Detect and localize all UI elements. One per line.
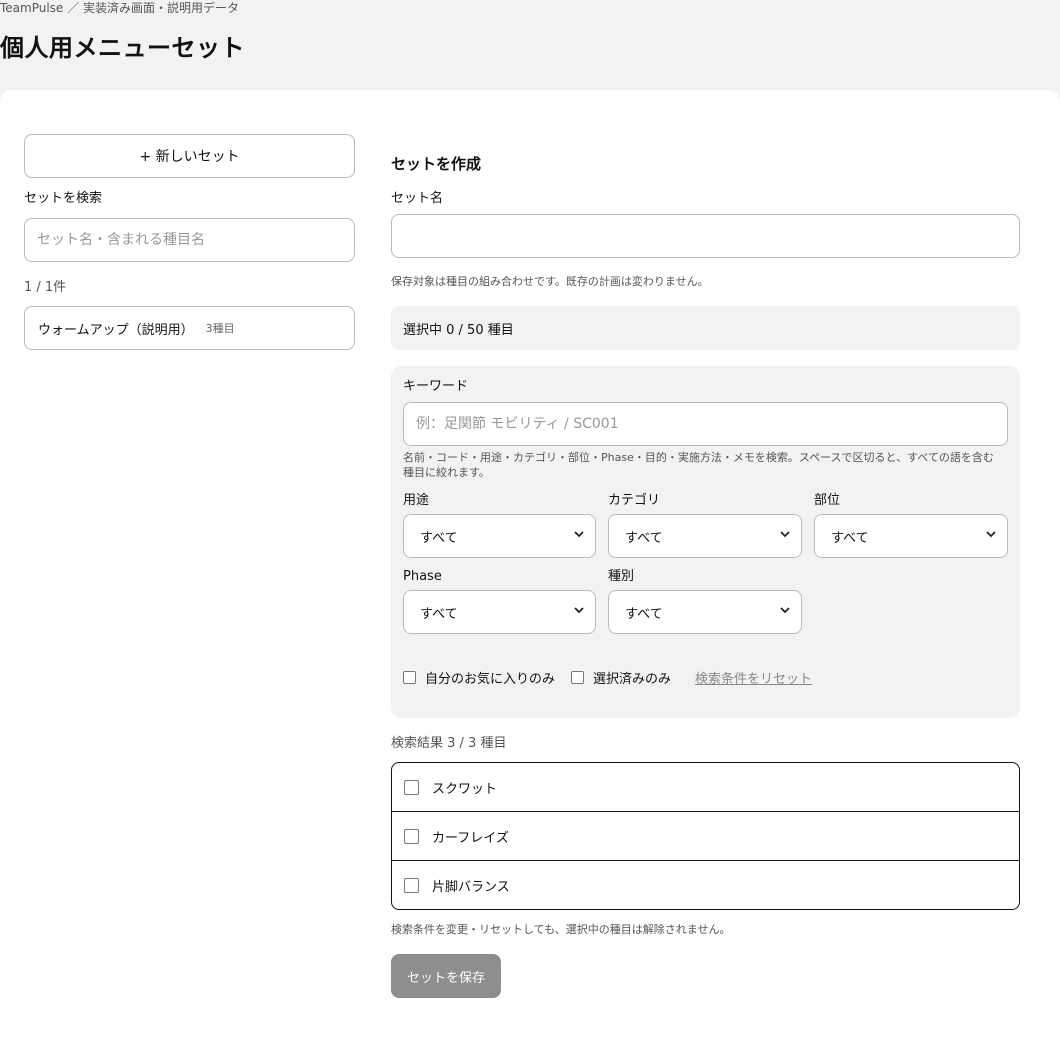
bodypart-filter-label: 部位 — [814, 493, 841, 508]
selected-count-box: 選択中 0 / 50 種目 — [391, 306, 1020, 350]
set-name-input[interactable] — [391, 214, 1020, 258]
bodypart-filter-value: すべて — [831, 530, 869, 546]
result-checkbox[interactable] — [404, 878, 419, 893]
category-filter-label: カテゴリ — [608, 493, 661, 508]
new-set-button[interactable]: + 新しいセット — [24, 134, 355, 178]
result-checkbox[interactable] — [404, 828, 419, 844]
selected-only-label[interactable]: 選択済みのみ — [593, 668, 671, 687]
breadcrumb: TeamPulse ／ 実装済み画面・説明用データ — [0, 1, 239, 15]
phase-filter-value: すべて — [420, 606, 458, 622]
category-filter-value: すべて — [625, 530, 663, 546]
page-title: 個人用メニューセット — [0, 34, 245, 62]
main-card: + 新しいセット セットを検索 1 / 1件 ウォームアップ（説明用） 3種目 … — [0, 90, 1060, 1054]
chevron-down-icon — [780, 607, 790, 614]
selection-note: 検索条件を変更・リセットしても、選択中の種目は解除されません。 — [391, 923, 731, 936]
keyword-label: キーワード — [403, 379, 469, 394]
result-row[interactable]: カーフレイズ — [392, 812, 1019, 861]
chevron-down-icon — [574, 531, 584, 538]
keyword-input[interactable] — [403, 402, 1008, 446]
usage-filter-value: すべて — [420, 530, 458, 546]
set-search-input[interactable] — [24, 218, 355, 262]
section-title: セットを作成 — [391, 155, 482, 173]
result-row[interactable]: スクワット — [392, 763, 1019, 812]
result-row[interactable]: 片脚バランス — [392, 861, 1019, 909]
set-name-label: セット名 — [391, 191, 444, 206]
chevron-down-icon — [574, 607, 584, 614]
save-set-button[interactable]: セットを保存 — [391, 954, 501, 998]
chevron-down-icon — [986, 531, 996, 538]
result-name: カーフレイズ — [432, 830, 509, 846]
bodypart-filter-select[interactable]: すべて — [814, 514, 1008, 558]
set-list-item[interactable]: ウォームアップ（説明用） 3種目 — [24, 306, 355, 350]
results-count: 検索結果 3 / 3 種目 — [391, 736, 507, 751]
filter-checkbox-row: 自分のお気に入りのみ 選択済みのみ 検索条件をリセット — [403, 668, 812, 687]
result-name: 片脚バランス — [432, 880, 510, 895]
chevron-down-icon — [780, 531, 790, 538]
type-filter-select[interactable]: すべて — [608, 590, 802, 634]
usage-filter-label: 用途 — [403, 493, 430, 508]
set-item-name: ウォームアップ（説明用） — [38, 322, 194, 338]
selected-only-checkbox[interactable] — [571, 671, 585, 684]
phase-filter-select[interactable]: すべて — [403, 590, 596, 634]
phase-filter-label: Phase — [403, 569, 442, 584]
result-checkbox[interactable] — [404, 779, 419, 795]
result-name: スクワット — [432, 781, 498, 797]
filter-panel: キーワード 名前・コード・用途・カテゴリ・部位・Phase・目的・実施方法・メモ… — [391, 366, 1020, 718]
keyword-help: 名前・コード・用途・カテゴリ・部位・Phase・目的・実施方法・メモを検索。スペ… — [403, 451, 994, 479]
reset-filters-link[interactable]: 検索条件をリセット — [695, 668, 812, 687]
type-filter-value: すべて — [625, 606, 663, 622]
save-note: 保存対象は種目の組み合わせです。既存の計画は変わりません。 — [391, 275, 709, 288]
set-item-count: 3種目 — [205, 322, 235, 335]
favorites-only-label[interactable]: 自分のお気に入りのみ — [425, 668, 555, 687]
results-list: スクワット カーフレイズ 片脚バランス — [391, 762, 1020, 910]
set-search-label: セットを検索 — [24, 191, 103, 206]
set-count: 1 / 1件 — [24, 280, 67, 295]
type-filter-label: 種別 — [608, 569, 635, 584]
favorites-only-checkbox[interactable] — [403, 671, 416, 684]
selected-count-text: 選択中 0 / 50 種目 — [403, 322, 514, 338]
category-filter-select[interactable]: すべて — [608, 514, 802, 558]
usage-filter-select[interactable]: すべて — [403, 514, 596, 558]
